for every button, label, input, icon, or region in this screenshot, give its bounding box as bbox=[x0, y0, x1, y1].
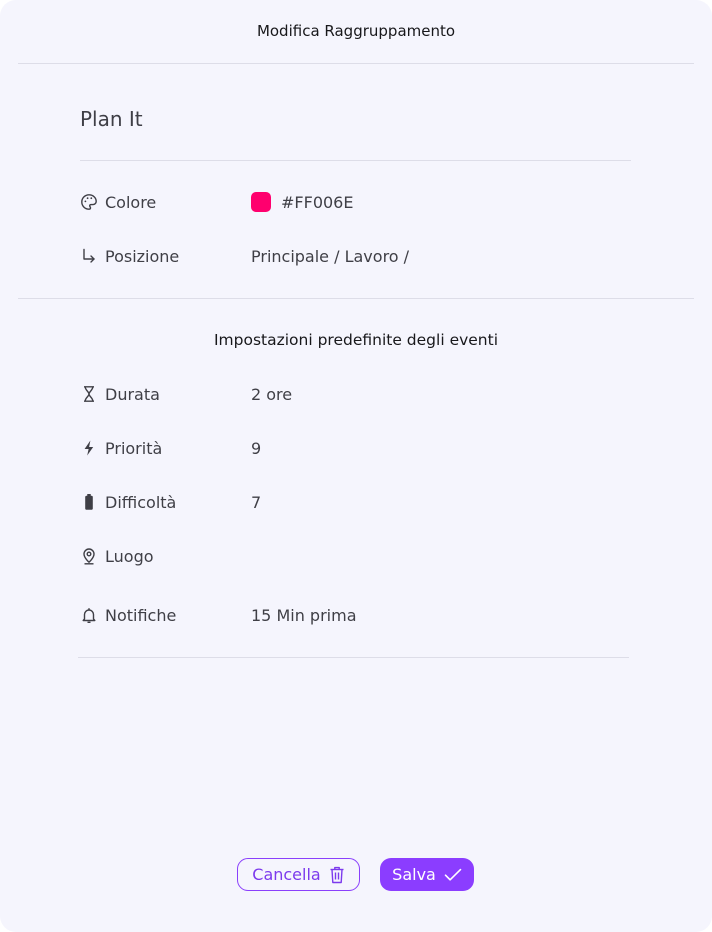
check-icon bbox=[444, 868, 462, 882]
color-hex-value: #FF006E bbox=[281, 193, 354, 212]
color-swatch[interactable] bbox=[251, 192, 271, 212]
dialog-title: Modifica Raggruppamento bbox=[256, 22, 456, 40]
difficulty-value: 7 bbox=[251, 493, 262, 512]
priority-label: Priorità bbox=[105, 439, 163, 458]
name-divider bbox=[80, 160, 631, 161]
color-row[interactable]: Colore #FF006E bbox=[80, 191, 640, 215]
defaults-section-title: Impostazioni predefinite degli eventi bbox=[213, 331, 499, 349]
notifications-row[interactable]: Notifiche 15 Min prima bbox=[80, 604, 640, 628]
position-label: Posizione bbox=[105, 247, 180, 266]
palette-icon bbox=[80, 193, 98, 211]
duration-row[interactable]: Durata 2 ore bbox=[80, 383, 640, 407]
priority-value: 9 bbox=[251, 439, 262, 458]
color-label: Colore bbox=[105, 193, 157, 212]
location-label: Luogo bbox=[105, 547, 154, 566]
section-divider bbox=[18, 298, 694, 299]
save-button[interactable]: Salva bbox=[380, 858, 474, 891]
header-divider bbox=[18, 63, 694, 64]
lightning-icon bbox=[80, 439, 98, 457]
difficulty-label: Difficoltà bbox=[105, 493, 177, 512]
priority-row[interactable]: Priorità 9 bbox=[80, 437, 640, 461]
notifications-value: 15 Min prima bbox=[251, 606, 357, 625]
battery-icon bbox=[80, 493, 98, 511]
position-row[interactable]: Posizione Principale / Lavoro / bbox=[80, 245, 640, 269]
edit-group-dialog: Modifica Raggruppamento Plan It Colore #… bbox=[0, 0, 712, 932]
group-name[interactable]: Plan It bbox=[80, 107, 143, 131]
trash-icon bbox=[329, 866, 345, 884]
notifications-label: Notifiche bbox=[105, 606, 177, 625]
defaults-bottom-divider bbox=[78, 657, 629, 658]
difficulty-row[interactable]: Difficoltà 7 bbox=[80, 491, 640, 515]
hourglass-icon bbox=[80, 385, 98, 403]
cancel-button[interactable]: Cancella bbox=[237, 858, 360, 891]
arrow-return-right-icon bbox=[80, 247, 98, 265]
cancel-button-label: Cancella bbox=[252, 865, 321, 884]
location-row[interactable]: Luogo bbox=[80, 545, 640, 569]
duration-label: Durata bbox=[105, 385, 160, 404]
duration-value: 2 ore bbox=[251, 385, 293, 404]
bell-icon bbox=[80, 606, 98, 624]
location-pin-icon bbox=[80, 547, 98, 565]
save-button-label: Salva bbox=[392, 865, 436, 884]
position-value: Principale / Lavoro / bbox=[251, 247, 410, 266]
